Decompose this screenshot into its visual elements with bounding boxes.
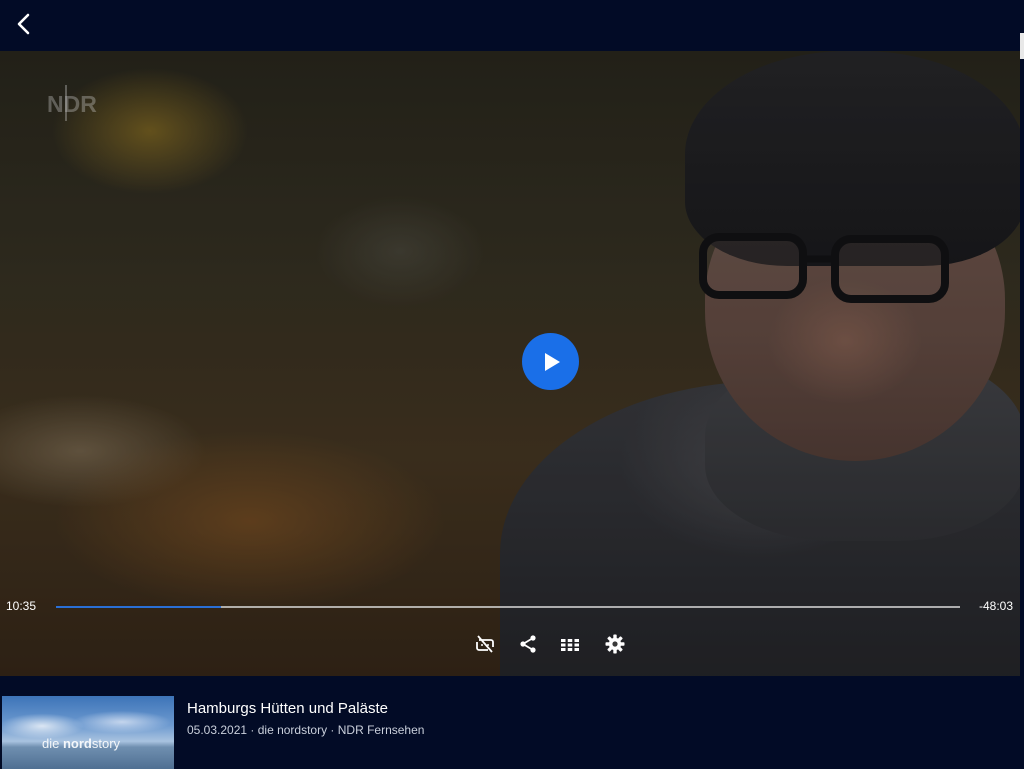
play-icon <box>544 352 560 371</box>
video-dim-overlay <box>0 51 1020 676</box>
top-bar <box>0 0 1024 59</box>
thumbnail-logo: die nordstory <box>42 736 120 751</box>
subtitles-off-icon <box>476 635 494 653</box>
grid-icon <box>561 639 579 651</box>
play-button[interactable] <box>522 333 579 390</box>
episode-info-bar: die nordstory Hamburgs Hütten und Paläst… <box>0 676 1024 769</box>
ndr-watermark: NDR <box>47 85 97 121</box>
time-elapsed: 10:35 <box>6 599 37 613</box>
share-button[interactable] <box>513 629 543 659</box>
subtitles-button[interactable] <box>470 629 500 659</box>
chevron-left-icon <box>17 13 30 35</box>
share-icon <box>520 635 536 653</box>
episode-meta: 05.03.2021 · die nordstory · NDR Fernseh… <box>187 723 425 737</box>
thumb-text-bold: nord <box>62 736 92 751</box>
time-remaining: -48:03 <box>978 599 1013 613</box>
gear-icon <box>605 634 625 654</box>
episode-thumbnail[interactable]: die nordstory <box>2 696 174 769</box>
settings-button[interactable] <box>600 629 630 659</box>
progress-fill <box>56 606 221 608</box>
thumb-text-end: story <box>91 736 121 751</box>
video-frame[interactable]: NDR 10:35 -48:03 <box>0 51 1020 676</box>
back-button[interactable] <box>8 8 40 40</box>
episode-title: Hamburgs Hütten und Paläste <box>187 700 388 717</box>
watermark-text: NDR <box>47 91 97 117</box>
grid-button[interactable] <box>555 629 585 659</box>
player-controls <box>470 629 640 659</box>
scrollbar-edge <box>1020 33 1024 59</box>
video-player-screen: NDR 10:35 -48:03 die nordstory Hamburgs … <box>0 0 1024 769</box>
progress-bar[interactable] <box>56 606 960 608</box>
thumb-text-light: die <box>42 736 63 751</box>
watermark-bar <box>65 85 67 121</box>
